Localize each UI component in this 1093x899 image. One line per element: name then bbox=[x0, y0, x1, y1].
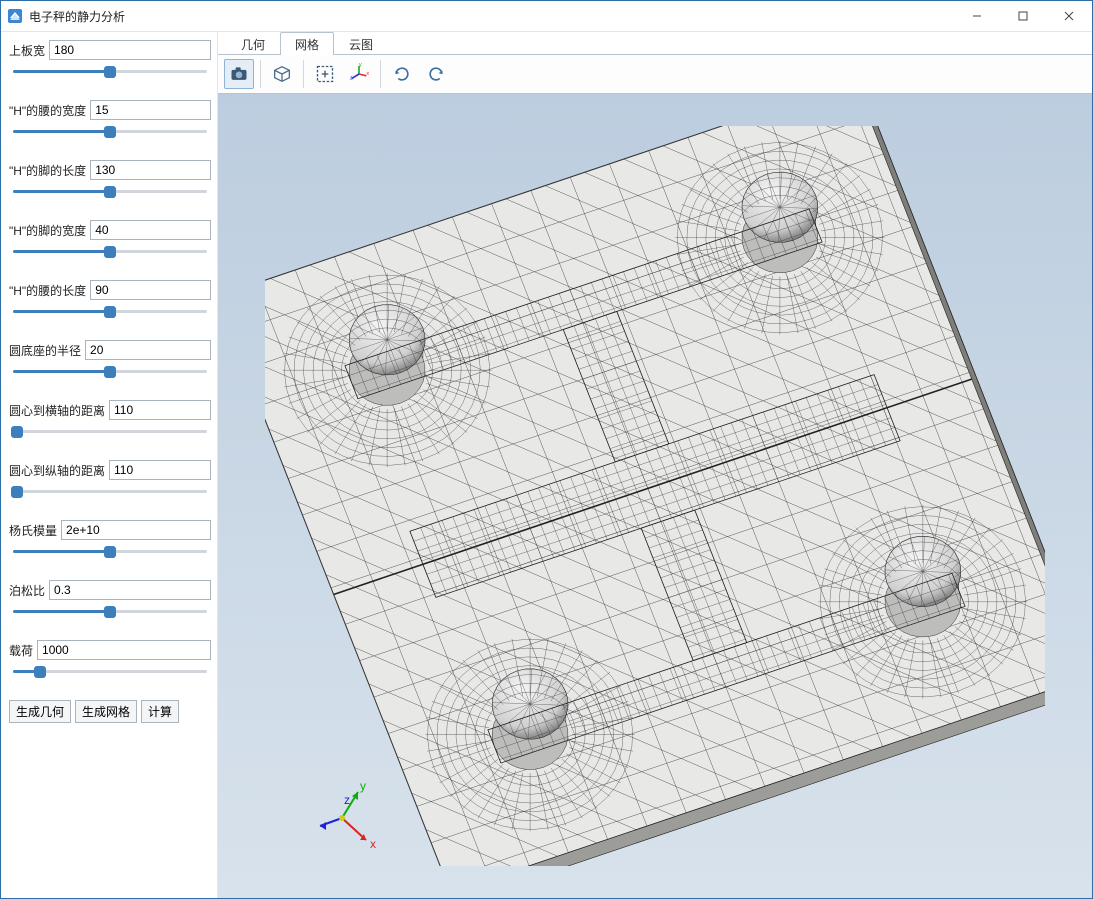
param-label: 圆心到纵轴的距离 bbox=[9, 462, 105, 479]
param-row: 上板宽 bbox=[9, 40, 211, 78]
param-input[interactable] bbox=[109, 460, 211, 480]
main-panel: 几何 网格 云图 bbox=[217, 32, 1092, 898]
param-input[interactable] bbox=[61, 520, 211, 540]
param-label: 圆心到横轴的距离 bbox=[9, 402, 105, 419]
param-input[interactable] bbox=[90, 100, 211, 120]
param-row: 圆底座的半径 bbox=[9, 340, 211, 378]
param-row: "H"的脚的宽度 bbox=[9, 220, 211, 258]
param-label: "H"的脚的长度 bbox=[9, 162, 86, 179]
svg-text:x: x bbox=[366, 71, 369, 77]
param-label: "H"的腰的宽度 bbox=[9, 102, 86, 119]
param-row: "H"的脚的长度 bbox=[9, 160, 211, 198]
param-label: "H"的腰的长度 bbox=[9, 282, 86, 299]
param-label: 上板宽 bbox=[9, 42, 45, 59]
param-slider[interactable] bbox=[13, 124, 207, 138]
iso-box-icon[interactable] bbox=[267, 59, 297, 89]
svg-text:y: y bbox=[359, 63, 362, 68]
tab-bar: 几何 网格 云图 bbox=[218, 32, 1092, 54]
tab-contour[interactable]: 云图 bbox=[334, 32, 388, 55]
param-row: "H"的腰的宽度 bbox=[9, 100, 211, 138]
param-input[interactable] bbox=[90, 280, 211, 300]
viewport-toolbar: x y z bbox=[218, 54, 1092, 94]
param-slider[interactable] bbox=[13, 364, 207, 378]
param-slider[interactable] bbox=[13, 424, 207, 438]
compute-button[interactable]: 计算 bbox=[141, 700, 179, 723]
param-label: "H"的脚的宽度 bbox=[9, 222, 86, 239]
param-slider[interactable] bbox=[13, 304, 207, 318]
generate-mesh-button[interactable]: 生成网格 bbox=[75, 700, 137, 723]
param-input[interactable] bbox=[90, 220, 211, 240]
parameter-panel: 上板宽 "H"的腰的宽度 bbox=[1, 32, 217, 898]
param-label: 载荷 bbox=[9, 642, 33, 659]
app-window: 电子秤的静力分析 上板宽 bbox=[0, 0, 1093, 899]
param-row: 泊松比 bbox=[9, 580, 211, 618]
svg-text:z: z bbox=[350, 76, 353, 82]
window-controls bbox=[954, 1, 1092, 31]
axis-z-label: z bbox=[344, 793, 350, 807]
generate-geometry-button[interactable]: 生成几何 bbox=[9, 700, 71, 723]
param-slider[interactable] bbox=[13, 604, 207, 618]
axes-icon[interactable]: x y z bbox=[344, 59, 374, 89]
param-input[interactable] bbox=[37, 640, 211, 660]
param-input[interactable] bbox=[49, 40, 211, 60]
param-row: "H"的腰的长度 bbox=[9, 280, 211, 318]
param-input[interactable] bbox=[109, 400, 211, 420]
axis-y-label: y bbox=[360, 779, 366, 793]
orientation-triad: x y z bbox=[312, 768, 402, 858]
rotate-ccw-icon[interactable] bbox=[387, 59, 417, 89]
param-slider[interactable] bbox=[13, 64, 207, 78]
zoom-fit-icon[interactable] bbox=[310, 59, 340, 89]
param-slider[interactable] bbox=[13, 484, 207, 498]
param-row: 圆心到横轴的距离 bbox=[9, 400, 211, 438]
viewport-3d[interactable]: x y z bbox=[218, 94, 1092, 898]
close-button[interactable] bbox=[1046, 1, 1092, 31]
param-slider[interactable] bbox=[13, 544, 207, 558]
param-row: 圆心到纵轴的距离 bbox=[9, 460, 211, 498]
title-bar: 电子秤的静力分析 bbox=[1, 1, 1092, 32]
param-slider[interactable] bbox=[13, 664, 207, 678]
param-input[interactable] bbox=[90, 160, 211, 180]
param-label: 杨氏模量 bbox=[9, 522, 57, 539]
app-icon bbox=[7, 8, 23, 24]
param-slider[interactable] bbox=[13, 184, 207, 198]
camera-icon[interactable] bbox=[224, 59, 254, 89]
param-input[interactable] bbox=[85, 340, 211, 360]
param-label: 泊松比 bbox=[9, 582, 45, 599]
param-label: 圆底座的半径 bbox=[9, 342, 81, 359]
rotate-cw-icon[interactable] bbox=[421, 59, 451, 89]
param-slider[interactable] bbox=[13, 244, 207, 258]
tab-geometry[interactable]: 几何 bbox=[226, 32, 280, 55]
param-row: 杨氏模量 bbox=[9, 520, 211, 558]
minimize-button[interactable] bbox=[954, 1, 1000, 31]
tab-mesh[interactable]: 网格 bbox=[280, 32, 334, 55]
maximize-button[interactable] bbox=[1000, 1, 1046, 31]
axis-x-label: x bbox=[370, 837, 376, 851]
window-title: 电子秤的静力分析 bbox=[29, 8, 954, 25]
param-row: 载荷 bbox=[9, 640, 211, 678]
param-input[interactable] bbox=[49, 580, 211, 600]
